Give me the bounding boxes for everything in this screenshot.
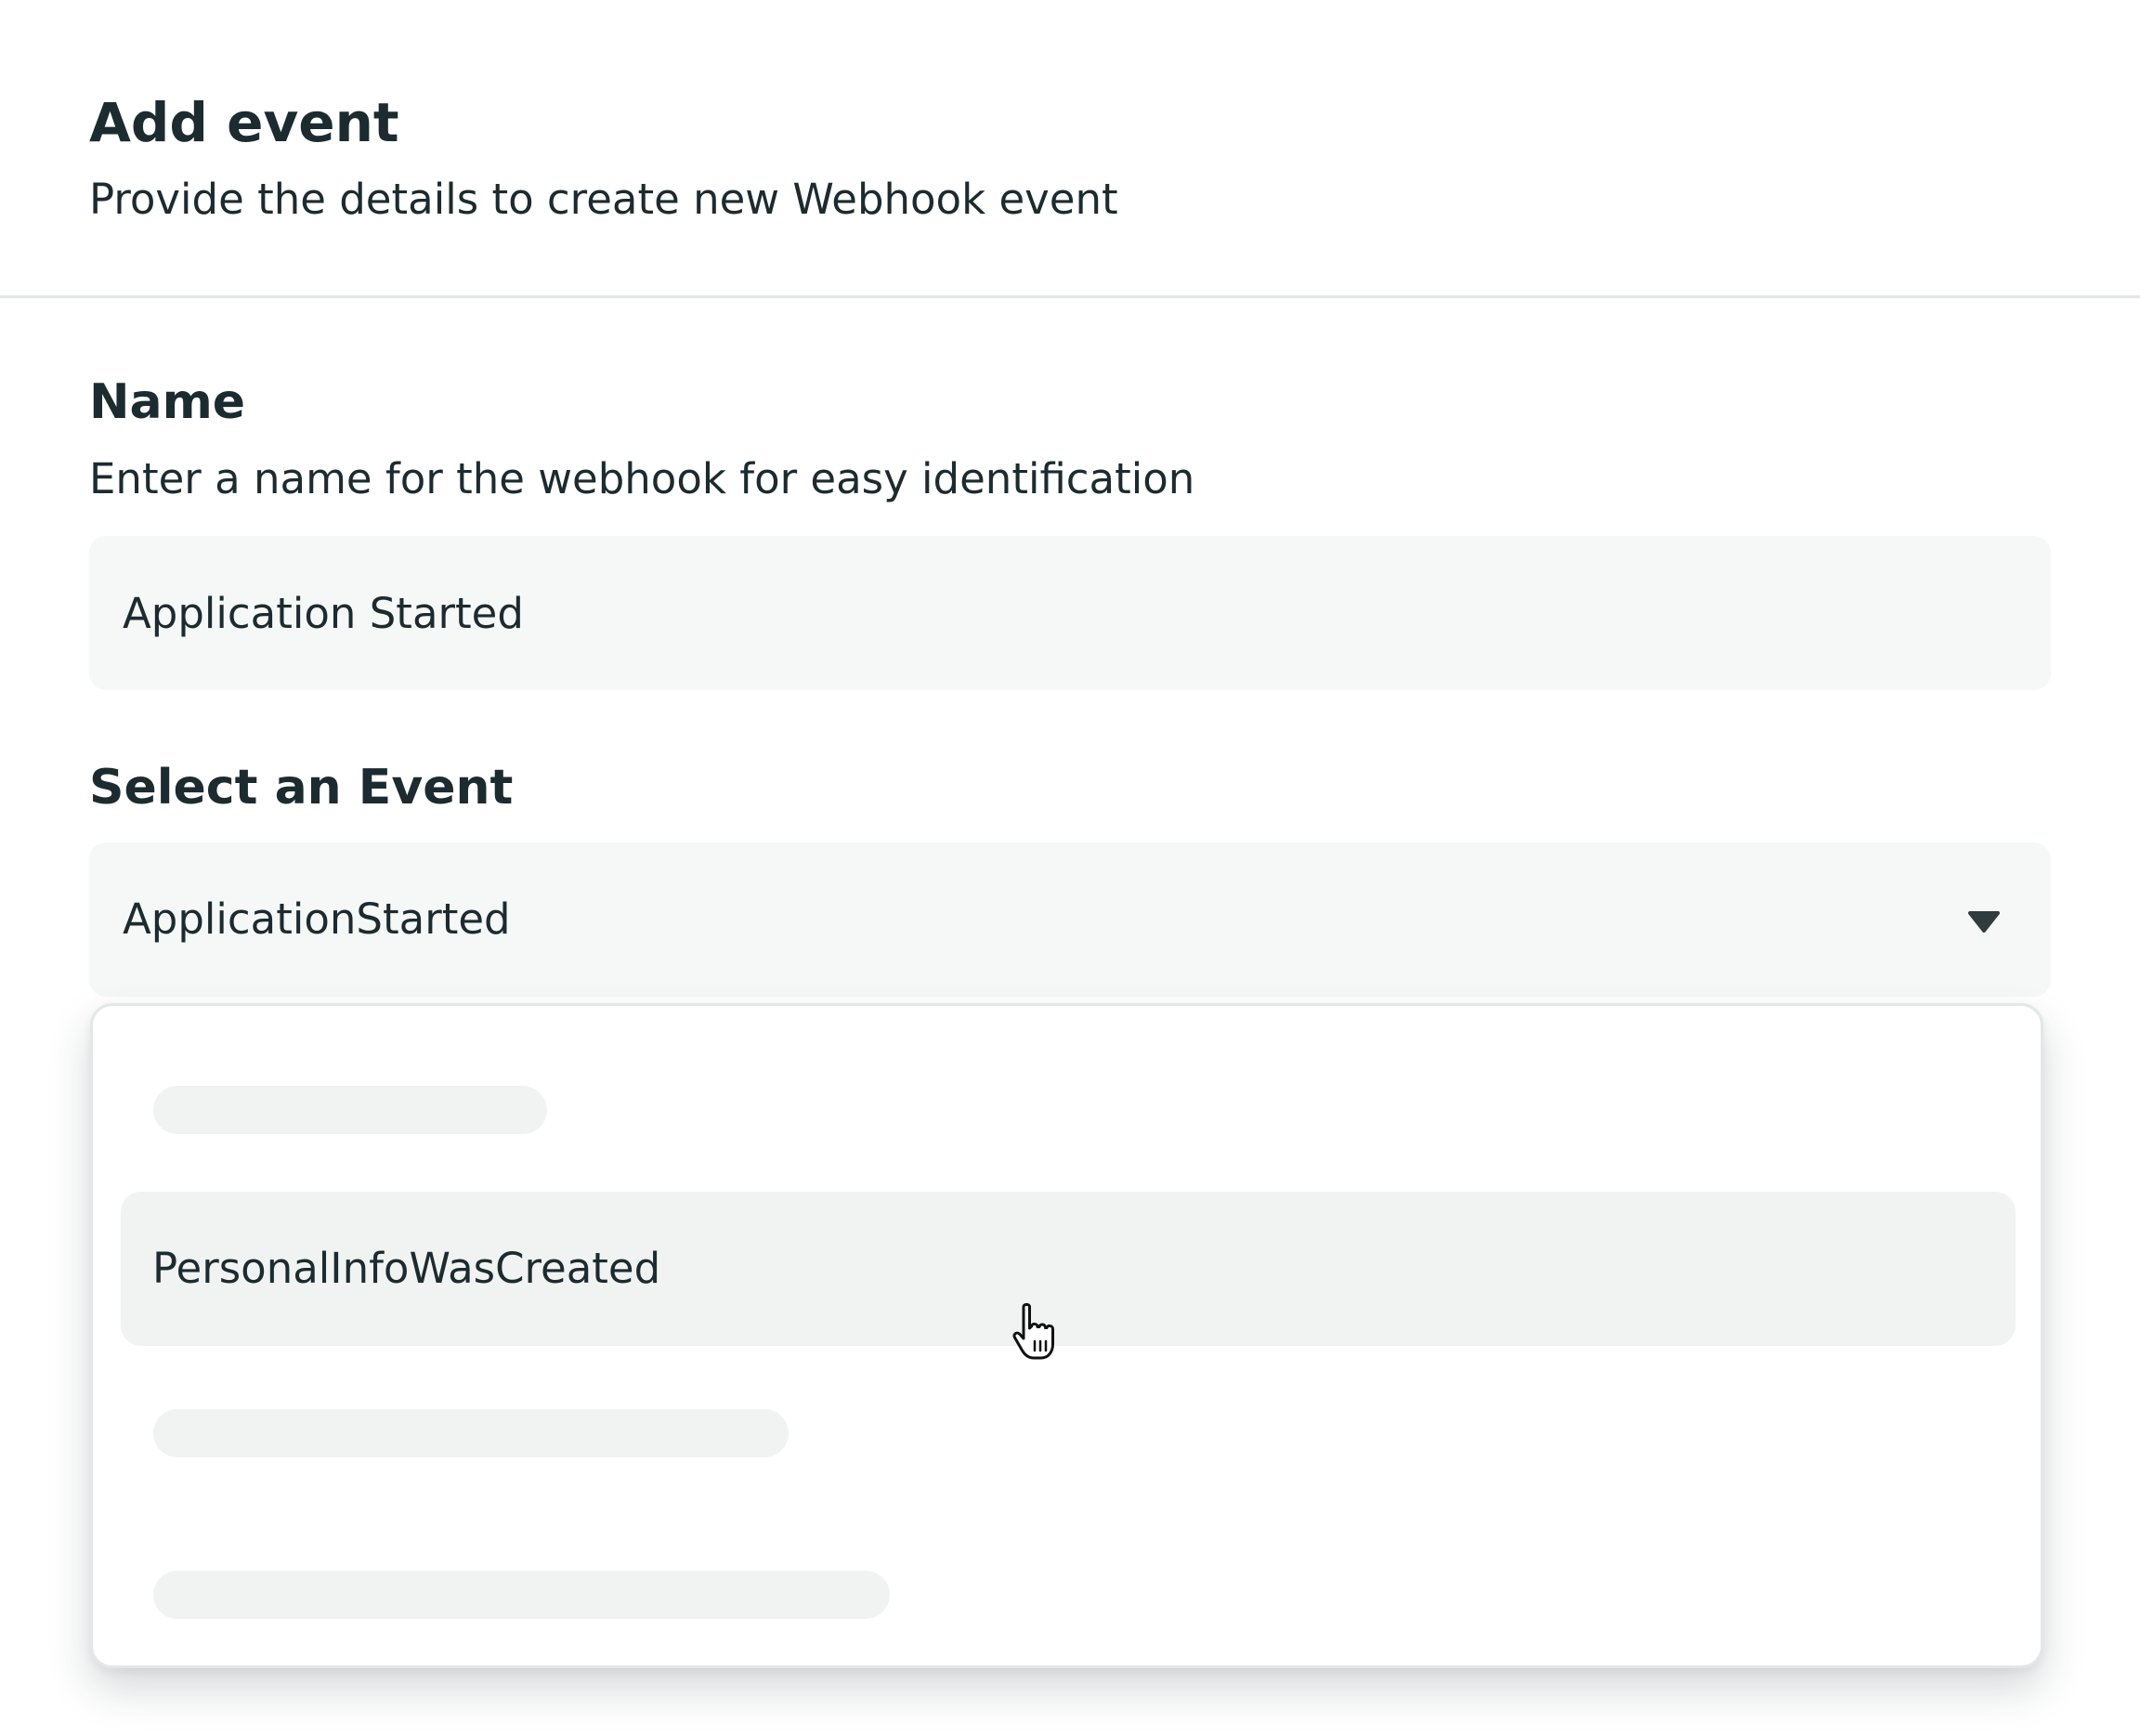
page-header: Add event Provide the details to create … (0, 0, 2140, 298)
event-select-value: ApplicationStarted (123, 894, 511, 944)
event-select[interactable]: ApplicationStarted (89, 842, 2051, 997)
event-dropdown-menu: PersonalInfoWasCreated (90, 1003, 2043, 1668)
loading-placeholder (153, 1086, 547, 1134)
loading-placeholder (153, 1409, 789, 1457)
page-subtitle: Provide the details to create new Webhoo… (89, 175, 1118, 224)
page-title: Add event (89, 91, 399, 154)
name-input[interactable] (89, 536, 2051, 690)
name-field-help: Enter a name for the webhook for easy id… (89, 454, 1195, 503)
event-option-label: PersonalInfoWasCreated (152, 1244, 661, 1293)
name-field-label: Name (89, 374, 246, 430)
hand-pointer-cursor-icon (1012, 1302, 1054, 1360)
event-option-personal-info-was-created[interactable]: PersonalInfoWasCreated (121, 1192, 2016, 1346)
chevron-down-icon (1968, 911, 2000, 933)
event-field-label: Select an Event (89, 760, 514, 816)
loading-placeholder (153, 1571, 890, 1619)
